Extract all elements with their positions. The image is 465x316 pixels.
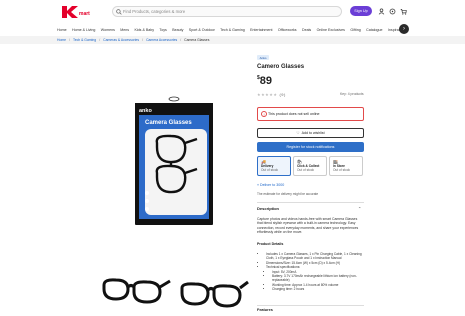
option-status: Out of stock: [297, 168, 315, 172]
option-click-collect[interactable]: 🛍 Click & Collect Out of stock: [293, 156, 327, 176]
option-status: Out of stock: [333, 168, 351, 172]
not-online-alert: ! This product does not sell online: [257, 107, 364, 121]
rating[interactable]: ★★★★★ (9): [257, 92, 286, 97]
nav-item[interactable]: Mens: [120, 28, 129, 32]
chevron-right-icon: ›: [403, 26, 405, 32]
product-title: Camero Glasses: [257, 64, 305, 70]
product-main-image[interactable]: anko Camera Glasses: [135, 95, 213, 225]
main-nav: Home Home & Living Womens Mens Kids & Baby To…: [0, 24, 465, 35]
nav-item[interactable]: Catalogue: [366, 28, 382, 32]
signup-button[interactable]: Sign Up: [350, 6, 372, 16]
nav-item[interactable]: Online Exclusives: [317, 28, 345, 32]
deliver-to-label: Deliver to 3000: [260, 183, 285, 187]
truck-icon: 🚚: [261, 159, 266, 164]
nav-item[interactable]: Tech & Gaming: [220, 28, 245, 32]
breadcrumb-home[interactable]: Home: [57, 38, 66, 42]
nav-item[interactable]: Beauty: [172, 28, 183, 32]
nav-item[interactable]: Entertainment: [250, 28, 272, 32]
rating-stars: ★★★★★: [257, 92, 278, 97]
pin-icon: ⌖: [257, 183, 260, 187]
nav-item[interactable]: Kids & Baby: [134, 28, 154, 32]
option-in-store[interactable]: 🏬 In Store Out of stock: [329, 156, 363, 176]
details-item: Battery: 3.7V 170mAh rechargeable lithiu…: [272, 274, 366, 283]
store-icon: 🏬: [333, 159, 338, 164]
features-heading[interactable]: Features: [257, 308, 273, 312]
breadcrumb-cameras[interactable]: Cameras & Accessories: [103, 38, 139, 42]
product-thumbnail-2[interactable]: [178, 278, 250, 314]
breadcrumb-separator: /: [180, 38, 182, 42]
brand-tag[interactable]: Anko: [257, 55, 269, 60]
nav-item[interactable]: Home & Living: [72, 28, 95, 32]
search-input[interactable]: Find Products, categories & more: [112, 6, 342, 17]
search-placeholder: Find Products, categories & more: [123, 9, 186, 14]
svg-text:mart: mart: [79, 11, 90, 17]
description-text: Capture photos and videos hands-free wit…: [257, 217, 359, 235]
alert-text: This product does not sell online: [268, 112, 320, 116]
register-stock-button[interactable]: Register for stock notifications: [257, 142, 364, 152]
description-heading[interactable]: Description: [257, 206, 279, 211]
delivery-note: The estimate for delivery might be accur…: [257, 192, 319, 196]
breadcrumb-current: Camera Glasses: [184, 38, 210, 42]
details-heading: Product Details: [257, 242, 284, 246]
nav-item[interactable]: Toys: [159, 28, 166, 32]
divider: [257, 202, 364, 203]
nav-item[interactable]: Womens: [101, 28, 115, 32]
nav-item[interactable]: Officeworks: [278, 28, 297, 32]
top-bar: mart Find Products, categories & more Si…: [0, 0, 465, 22]
product-price: $89: [257, 75, 272, 87]
heart-icon: ♡: [296, 131, 300, 135]
kmart-logo[interactable]: mart: [60, 4, 92, 20]
wishlist-label: Add to wishlist: [301, 131, 325, 135]
pack-title: Camera Glasses: [145, 120, 192, 126]
breadcrumb-tech-gaming[interactable]: Tech & Gaming: [73, 38, 96, 42]
pack-brand: anko: [139, 108, 152, 114]
option-status: Out of stock: [261, 168, 279, 172]
add-to-wishlist-button[interactable]: ♡ Add to wishlist: [257, 128, 364, 138]
price-value: 89: [259, 75, 273, 87]
nav-item[interactable]: Sport & Outdoor: [189, 28, 215, 32]
bag-icon: 🛍: [297, 159, 303, 164]
deliver-to-link[interactable]: ⌖ Deliver to 3000: [257, 183, 284, 187]
breadcrumb: Home / Tech & Gaming / Cameras & Accesso…: [0, 36, 465, 44]
nav-item[interactable]: Gifting: [350, 28, 360, 32]
info-icon: !: [261, 111, 267, 117]
chevron-up-icon[interactable]: ⌃: [358, 206, 361, 211]
rating-count: (9): [279, 92, 286, 97]
search-icon: [116, 9, 122, 15]
product-sku: Key: 4 products: [340, 92, 364, 96]
details-item: Charging time: 2 hours: [272, 287, 366, 291]
product-thumbnail-1[interactable]: [100, 275, 172, 311]
cart-icon[interactable]: [400, 6, 407, 16]
breadcrumb-camera-accessories[interactable]: Camera Accessories: [146, 38, 177, 42]
location-icon[interactable]: [389, 6, 396, 16]
nav-item[interactable]: Home: [57, 28, 67, 32]
breadcrumb-separator: /: [142, 38, 144, 42]
details-list: Includes 1 x Camera Glasses, 1 x Pin Cha…: [262, 252, 366, 292]
nav-next-button[interactable]: ›: [399, 24, 409, 34]
breadcrumb-separator: /: [99, 38, 101, 42]
nav-item[interactable]: Deals: [302, 28, 311, 32]
details-item: Includes 1 x Camera Glasses, 1 x Pin Cha…: [266, 252, 366, 261]
account-icon[interactable]: [378, 6, 385, 16]
divider: [257, 305, 364, 306]
breadcrumb-separator: /: [69, 38, 70, 42]
option-delivery[interactable]: 🚚 Delivery Out of stock: [257, 156, 291, 176]
